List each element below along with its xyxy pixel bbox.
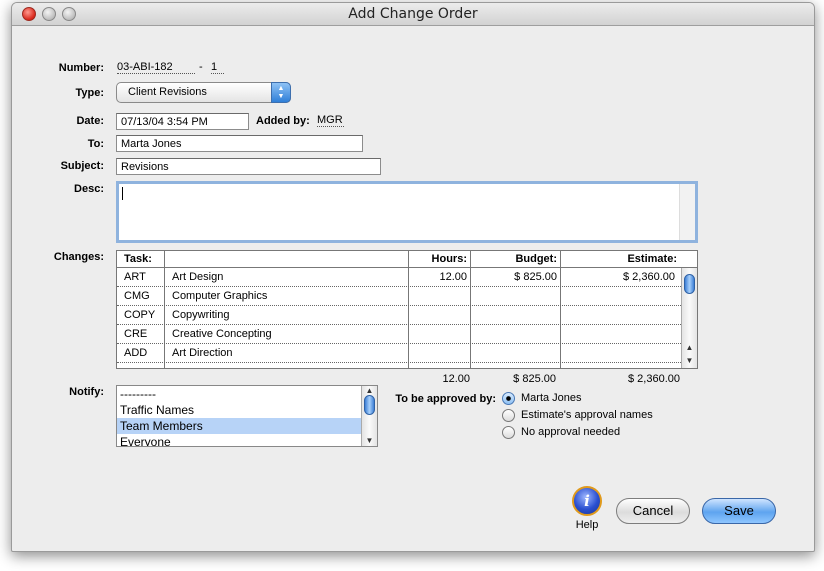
type-label: Type:	[75, 87, 104, 99]
approved-by-label: To be approved by:	[395, 393, 496, 405]
task-name: Copywriting	[172, 309, 230, 321]
list-item[interactable]: ---------	[117, 386, 364, 402]
table-row[interactable]: ART Art Design 12.00 $ 825.00 $ 2,360.00	[117, 268, 683, 287]
desc-scrollbar[interactable]	[679, 184, 695, 240]
radio-label: Marta Jones	[521, 392, 582, 404]
task-name: Creative Concepting	[172, 328, 272, 340]
scroll-thumb[interactable]	[684, 274, 695, 294]
radio-marta-jones[interactable]: Marta Jones	[502, 391, 722, 407]
scroll-up-arrow-icon[interactable]: ▲	[682, 343, 697, 352]
date-field[interactable]: 07/13/04 3:54 PM	[116, 113, 249, 130]
desc-label: Desc:	[74, 183, 104, 195]
radio-label: Estimate's approval names	[521, 409, 653, 421]
changes-table: Task: Hours: Budget: Estimate: ART Art D…	[116, 250, 698, 369]
add-change-order-window: Add Change Order Number: 03-ABI-182 - 1 …	[11, 2, 815, 552]
radio-no-approval[interactable]: No approval needed	[502, 425, 722, 441]
header-name[interactable]	[165, 251, 409, 268]
task-code: CMG	[124, 290, 150, 302]
scroll-up-arrow-icon[interactable]: ▲	[362, 386, 377, 395]
to-label: To:	[87, 138, 104, 150]
subject-field[interactable]: Revisions	[116, 158, 381, 175]
save-button[interactable]: Save	[702, 498, 776, 524]
table-row[interactable]: CMG Computer Graphics	[117, 287, 683, 306]
scroll-down-arrow-icon[interactable]: ▼	[682, 356, 697, 365]
number-label: Number:	[58, 62, 104, 74]
task-name: Art Direction	[172, 347, 233, 359]
date-label: Date:	[76, 115, 104, 127]
header-estimate[interactable]: Estimate:	[561, 251, 697, 268]
task-name: Art Design	[172, 271, 224, 283]
window-title: Add Change Order	[348, 6, 478, 22]
table-row[interactable]: ADD Art Direction	[117, 344, 683, 363]
notify-label: Notify:	[69, 386, 104, 398]
table-row[interactable]: CRE Creative Concepting	[117, 325, 683, 344]
task-code: ART	[124, 271, 146, 283]
total-budget: $ 825.00	[513, 373, 556, 385]
task-code: CRE	[124, 328, 148, 340]
popup-arrows-icon: ▲ ▼	[271, 82, 291, 103]
task-code: COPY	[124, 309, 156, 321]
task-estimate: $ 2,360.00	[623, 271, 675, 283]
list-item[interactable]: Everyone	[117, 434, 364, 446]
list-item[interactable]: Traffic Names	[117, 402, 364, 418]
radio-estimate-approval-names[interactable]: Estimate's approval names	[502, 408, 722, 424]
radio-label: No approval needed	[521, 426, 621, 438]
header-budget[interactable]: Budget:	[471, 251, 561, 268]
notify-list: --------- Traffic Names Team Members Eve…	[116, 385, 378, 447]
scroll-thumb[interactable]	[364, 395, 375, 415]
type-popup-value: Client Revisions	[128, 86, 207, 98]
desc-textarea[interactable]	[116, 181, 698, 243]
text-caret	[122, 187, 123, 200]
scroll-down-arrow-icon[interactable]: ▼	[362, 436, 377, 445]
number-suffix: 1	[211, 61, 224, 74]
added-by-label: Added by:	[256, 115, 310, 127]
task-budget: $ 825.00	[514, 271, 557, 283]
list-item-selected[interactable]: Team Members	[117, 418, 364, 434]
type-popup[interactable]: Client Revisions ▲ ▼	[116, 82, 291, 103]
added-by-value: MGR	[317, 114, 344, 127]
help-label: Help	[575, 519, 599, 531]
table-row[interactable]: COPY Copywriting	[117, 306, 683, 325]
total-estimate: $ 2,360.00	[628, 373, 680, 385]
number-separator: -	[199, 61, 203, 73]
header-hours[interactable]: Hours:	[409, 251, 471, 268]
radio-selected-icon[interactable]	[502, 392, 515, 405]
title-bar[interactable]: Add Change Order	[12, 3, 814, 26]
radio-icon[interactable]	[502, 426, 515, 439]
changes-scrollbar[interactable]: ▲ ▼	[681, 268, 697, 368]
notify-scrollbar[interactable]: ▲ ▼	[361, 386, 377, 446]
task-name: Computer Graphics	[172, 290, 268, 302]
total-hours: 12.00	[442, 373, 470, 385]
to-field[interactable]: Marta Jones	[116, 135, 363, 152]
task-hours: 12.00	[439, 271, 467, 283]
number-value: 03-ABI-182	[117, 61, 195, 74]
subject-label: Subject:	[60, 160, 104, 172]
header-task[interactable]: Task:	[117, 251, 165, 268]
task-code: ADD	[124, 347, 148, 359]
help-icon[interactable]: i	[572, 486, 602, 516]
changes-label: Changes:	[53, 251, 104, 263]
radio-icon[interactable]	[502, 409, 515, 422]
cancel-button[interactable]: Cancel	[616, 498, 690, 524]
